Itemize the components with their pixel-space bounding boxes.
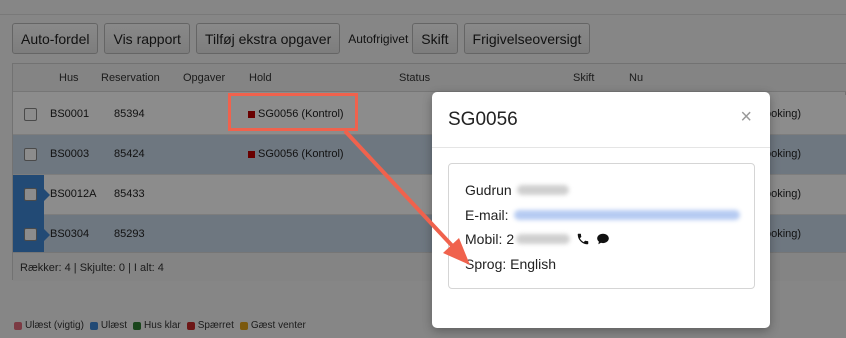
contact-language-line: Sprog: English (465, 256, 557, 272)
phone-icon[interactable] (576, 232, 590, 246)
contact-card: Gudrun E-mail: Mobil: 2 Sprog: English (448, 163, 755, 289)
redacted-surname (516, 185, 569, 195)
modal-divider (432, 147, 770, 148)
contact-name: Gudrun (465, 182, 512, 198)
contact-mobil-line: Mobil: 2 (465, 231, 610, 247)
email-label: E-mail: (465, 207, 509, 223)
contact-modal: SG0056 × Gudrun E-mail: Mobil: 2 Sprog: … (432, 92, 770, 328)
close-icon[interactable]: × (740, 107, 752, 127)
modal-title: SG0056 (448, 109, 518, 130)
mobil-prefix: 2 (506, 231, 515, 247)
mobil-label: Mobil: (465, 231, 503, 247)
redacted-email-link[interactable] (513, 210, 740, 220)
redacted-phone (516, 234, 571, 244)
contact-name-line: Gudrun (465, 182, 569, 198)
chat-icon[interactable] (596, 232, 610, 246)
contact-email-line: E-mail: (465, 207, 740, 223)
highlight-annotation (228, 93, 358, 131)
